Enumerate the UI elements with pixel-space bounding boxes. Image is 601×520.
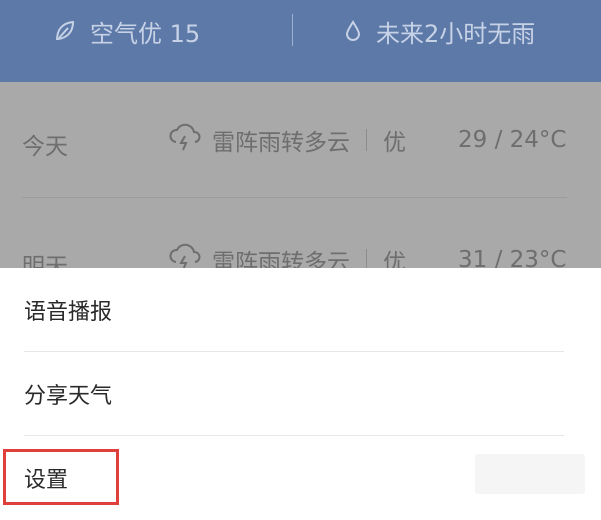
air-quality-text: 空气优 15 — [90, 19, 201, 48]
forecast-condition-text: 雷阵雨转多云 — [212, 250, 350, 268]
forecast-condition: 雷阵雨转多云 优 — [168, 122, 406, 158]
leaf-icon — [54, 19, 76, 43]
menu-item-label: 设置 — [24, 468, 69, 493]
forecast-condition: 雷阵雨转多云 优 — [168, 242, 406, 268]
menu-item-label: 分享天气 — [24, 384, 113, 409]
rain-forecast-text: 未来2小时无雨 — [376, 19, 536, 48]
forecast-list: 今天 雷阵雨转多云 优 29 / 24°C 明天 雷阵雨转多云 优 31 / 2… — [0, 82, 601, 268]
forecast-row-divider — [22, 197, 567, 198]
forecast-aqi-text: 优 — [383, 250, 406, 268]
forecast-temperature: 31 / 23°C — [458, 247, 567, 268]
forecast-aqi-text: 优 — [383, 130, 406, 156]
forecast-row-tomorrow[interactable]: 明天 雷阵雨转多云 优 31 / 23°C — [0, 202, 601, 268]
condition-separator — [366, 129, 367, 151]
watermark — [475, 454, 585, 494]
raindrop-icon — [344, 19, 362, 43]
forecast-day-label: 明天 — [22, 254, 68, 268]
air-quality-indicator[interactable]: 空气优 15 — [54, 0, 200, 62]
menu-item-share-weather[interactable]: 分享天气 — [0, 352, 601, 436]
topbar-divider — [292, 14, 293, 46]
menu-item-voice-broadcast[interactable]: 语音播报 — [0, 268, 601, 352]
forecast-temperature: 29 / 24°C — [458, 127, 567, 153]
forecast-condition-text: 雷阵雨转多云 — [212, 130, 350, 156]
thunder-cloud-icon — [168, 122, 202, 158]
condition-separator — [366, 249, 367, 268]
forecast-row-today[interactable]: 今天 雷阵雨转多云 优 29 / 24°C — [0, 82, 601, 198]
forecast-day-label: 今天 — [22, 134, 68, 160]
menu-item-label: 语音播报 — [24, 300, 113, 325]
weather-status-bar: 空气优 15 未来2小时无雨 — [0, 0, 601, 82]
thunder-cloud-icon — [168, 242, 202, 268]
rain-forecast-indicator[interactable]: 未来2小时无雨 — [344, 0, 535, 62]
